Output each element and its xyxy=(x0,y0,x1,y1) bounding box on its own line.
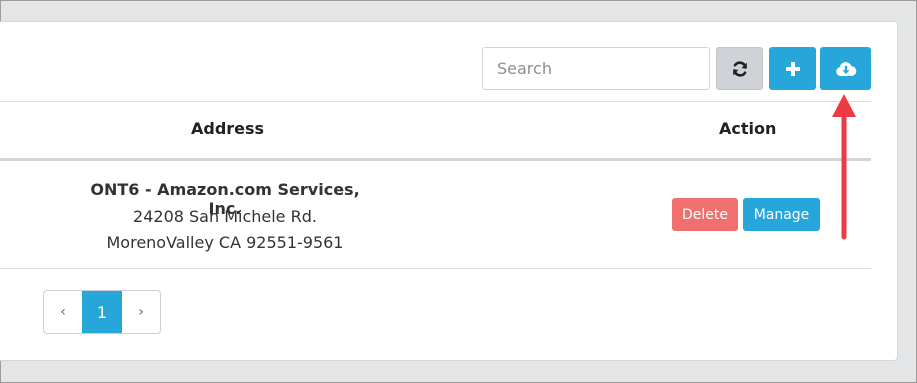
annotation-arrow xyxy=(832,94,856,240)
annotation-arrow-head xyxy=(832,94,856,117)
